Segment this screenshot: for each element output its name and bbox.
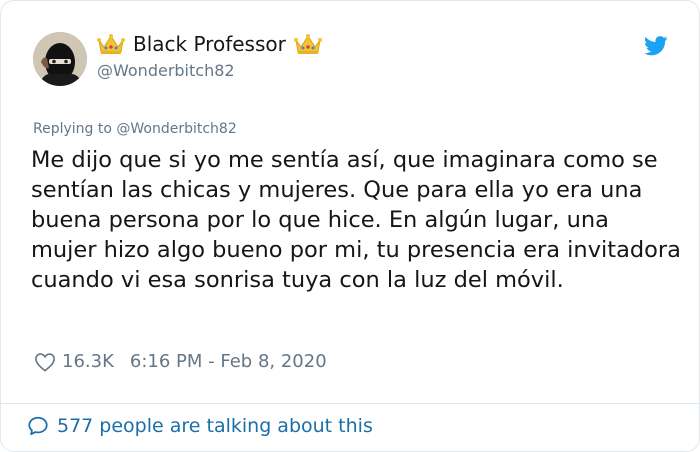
author-handle[interactable]: @Wonderbitch82: [97, 61, 235, 80]
like-count[interactable]: 16.3K: [62, 351, 114, 372]
avatar[interactable]: [33, 32, 87, 86]
speech-bubble-icon: [28, 416, 48, 436]
heart-icon[interactable]: [34, 352, 56, 372]
twitter-bird-icon[interactable]: [644, 36, 668, 56]
author-display-name[interactable]: Black Professor: [133, 32, 286, 56]
tweet-meta-row: 16.3K 6:16 PM - Feb 8, 2020: [34, 351, 327, 372]
divider: [1, 403, 699, 404]
crown-emoji-icon: [97, 34, 125, 54]
author-name-row[interactable]: Black Professor: [97, 32, 322, 56]
avatar-image: [33, 32, 87, 86]
replying-to-label[interactable]: Replying to @Wonderbitch82: [33, 121, 237, 137]
conversation-link-label[interactable]: 577 people are talking about this: [57, 415, 373, 437]
crown-emoji-icon: [293, 34, 322, 54]
tweet-timestamp[interactable]: 6:16 PM - Feb 8, 2020: [130, 351, 327, 372]
tweet-text: Me dijo que si yo me sentía así, que ima…: [31, 147, 681, 293]
tweet-card: Black Professor @Wonderbitch82 Replying …: [0, 0, 700, 452]
conversation-link[interactable]: 577 people are talking about this: [27, 415, 373, 437]
